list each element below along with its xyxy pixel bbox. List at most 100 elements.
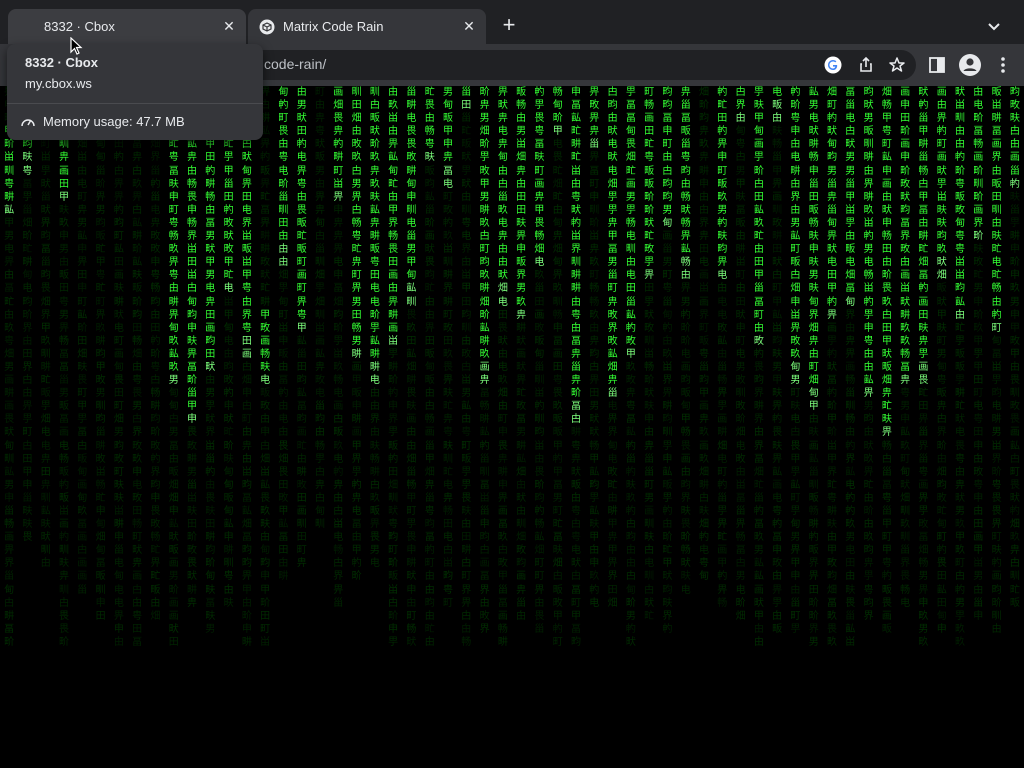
rain-glyph: 男 <box>95 388 106 400</box>
rain-glyph: 畐 <box>827 375 837 387</box>
address-bar[interactable]: code-rain/ <box>164 50 916 80</box>
rain-glyph: 畍 <box>827 427 837 439</box>
rain-glyph: 电 <box>717 296 728 308</box>
rain-glyph: 畐 <box>552 335 563 347</box>
chevron-down-icon[interactable] <box>984 16 1004 36</box>
rain-glyph: 畁 <box>900 375 911 387</box>
rain-glyph: 电 <box>333 388 344 400</box>
rain-glyph: 画 <box>424 427 435 439</box>
tab-cbox[interactable]: 8332 · Cbox ✕ <box>8 9 246 44</box>
google-lens-icon[interactable] <box>824 56 842 74</box>
rain-glyph: 畂 <box>936 244 947 256</box>
close-icon[interactable]: ✕ <box>220 17 238 35</box>
rain-glyph: 畀 <box>351 283 362 295</box>
rain-glyph: 田 <box>22 453 33 465</box>
rain-glyph: 畇 <box>571 636 581 648</box>
rain-glyph: 甾 <box>625 453 636 465</box>
rain-glyph: 甸 <box>827 217 837 229</box>
rain-glyph: 町 <box>955 558 965 570</box>
rain-glyph: 畋 <box>132 440 143 452</box>
side-panel-icon[interactable] <box>928 56 946 74</box>
url-text[interactable]: code-rain/ <box>264 56 326 72</box>
rain-glyph: 町 <box>936 139 947 151</box>
rain-glyph: 甾 <box>881 466 892 478</box>
rain-glyph: 畀 <box>333 244 344 256</box>
rain-glyph: 甽 <box>955 113 965 125</box>
rain-glyph: 甽 <box>900 532 911 544</box>
rain-glyph: 畈 <box>333 427 344 439</box>
rain-glyph: 电 <box>497 126 508 138</box>
rain-glyph: 畁 <box>881 388 892 400</box>
rain-glyph: 由 <box>497 257 508 269</box>
rain-column: 畍畁男畑畍甼畋甲男畊畂甴町畇畂畊畑畍畆畊畂画畁畐畅畊畆畃甾甽畐畄甾申畇甴画畐界由… <box>478 86 492 636</box>
rain-glyph: 畁 <box>497 139 508 151</box>
rain-glyph: 甲 <box>827 283 837 295</box>
rain-glyph: 畆 <box>772 309 783 321</box>
rain-glyph: 畆 <box>625 427 636 439</box>
rain-glyph: 画 <box>918 479 929 491</box>
rain-glyph: 甲 <box>187 401 197 413</box>
rain-glyph: 由 <box>4 270 15 282</box>
rain-glyph: 畁 <box>351 492 362 504</box>
rain-glyph: 画 <box>772 191 783 203</box>
rain-glyph: 畉 <box>772 388 783 400</box>
rain-glyph: 甶 <box>607 113 618 125</box>
rain-glyph: 畀 <box>497 87 508 98</box>
rain-glyph: 畄 <box>735 257 746 269</box>
rain-glyph: 畈 <box>278 348 289 360</box>
rain-glyph: 畇 <box>95 348 106 360</box>
rain-glyph: 电 <box>369 283 380 295</box>
rain-column: 甸畃町畏甶甹电畍甾甽田甶由由畑甼甸町畄申畈由畐畃由电甶畏畑畏田畋甲畆畐田甶畊 <box>276 86 290 584</box>
rain-glyph: 畉 <box>808 257 819 269</box>
rain-glyph: 申 <box>497 479 508 491</box>
rain-glyph: 畊 <box>406 375 417 387</box>
rain-glyph: 畁 <box>863 558 874 570</box>
rain-glyph: 甲 <box>625 348 636 360</box>
close-icon[interactable]: ✕ <box>460 17 478 35</box>
new-tab-button[interactable]: + <box>498 14 520 36</box>
rain-glyph: 甶 <box>278 139 289 151</box>
rain-glyph: 画 <box>881 178 892 190</box>
rain-glyph: 男 <box>168 571 179 583</box>
rain-glyph: 甸 <box>735 126 746 138</box>
profile-avatar-icon[interactable] <box>958 53 982 77</box>
rain-glyph: 畈 <box>260 165 271 177</box>
rain-glyph: 畈 <box>680 388 691 400</box>
rain-glyph: 畑 <box>77 139 88 151</box>
rain-glyph: 畇 <box>717 244 728 256</box>
rain-glyph: 畋 <box>973 466 984 478</box>
rain-glyph: 甼 <box>461 479 472 491</box>
rain-glyph: 男 <box>790 375 801 387</box>
bookmark-star-icon[interactable] <box>887 55 907 75</box>
rain-glyph: 畋 <box>735 375 746 387</box>
rain-glyph: 甶 <box>315 178 325 190</box>
rain-glyph: 甴 <box>187 283 197 295</box>
rain-glyph: 畀 <box>863 466 874 478</box>
rain-glyph: 电 <box>205 283 216 295</box>
rain-glyph: 町 <box>772 283 783 295</box>
rain-glyph: 畏 <box>406 388 417 400</box>
rain-glyph: 由 <box>881 257 892 269</box>
rain-glyph: 畅 <box>369 453 380 465</box>
rain-glyph: 畋 <box>132 492 143 504</box>
rain-glyph: 畁 <box>827 191 837 203</box>
rain-glyph: 畉 <box>205 584 216 596</box>
rain-column: 画甶畀畃町画畎甼畄畉畉畇畂畎畑畈畎甲畉町男甸甹畈畁甴界畍甶畑畇畋甿甸町畃畏田畆田… <box>935 86 949 636</box>
rain-glyph: 由 <box>863 492 874 504</box>
rain-glyph: 甲 <box>607 231 618 243</box>
rain-glyph: 畆 <box>461 401 472 413</box>
rain-glyph: 町 <box>497 414 508 426</box>
rain-glyph: 畄 <box>241 231 252 243</box>
rain-glyph: 畎 <box>735 309 746 321</box>
share-icon[interactable] <box>856 55 876 75</box>
tab-matrix-code-rain[interactable]: Matrix Code Rain ✕ <box>248 9 486 44</box>
rain-glyph: 畉 <box>753 100 764 112</box>
rain-glyph: 田 <box>187 519 197 531</box>
kebab-menu-icon[interactable] <box>994 55 1012 75</box>
rain-glyph: 甶 <box>388 283 399 295</box>
rain-glyph: 畈 <box>296 244 307 256</box>
rain-glyph: 甲 <box>571 610 581 622</box>
rain-glyph: 畐 <box>77 427 88 439</box>
rain-glyph: 畄 <box>955 257 965 269</box>
rain-glyph: 畅 <box>845 375 856 387</box>
